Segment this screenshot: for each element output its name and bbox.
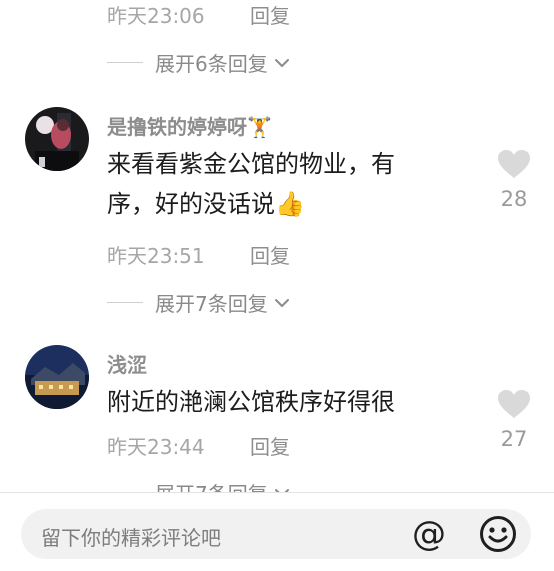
like-button[interactable]	[497, 389, 531, 423]
comment-text-fragment: 序，好的没话说	[107, 190, 275, 218]
divider-dash	[107, 62, 143, 63]
comment-composer: 留下你的精彩评论吧 @	[0, 492, 554, 571]
comment-text: 附近的滟澜公馆秩序好得很	[107, 388, 395, 416]
avatar[interactable]	[25, 107, 89, 171]
at-icon: @	[412, 514, 446, 554]
emoji-button[interactable]	[478, 514, 518, 554]
expand-replies-button[interactable]: 展开6条回复	[107, 48, 292, 77]
username[interactable]: 是撸铁的婷婷呀🏋	[107, 111, 272, 140]
comment-text-line: 来看看紫金公馆的物业，有	[107, 150, 395, 178]
comment-time: 昨天23:51	[107, 244, 205, 268]
username-text: 是撸铁的婷婷呀	[107, 115, 247, 139]
mention-button[interactable]: @	[409, 514, 449, 554]
comment-text: 来看看紫金公馆的物业，有 序，好的没话说👍	[107, 144, 487, 224]
comment-input[interactable]: 留下你的精彩评论吧 @	[21, 509, 531, 559]
reply-button[interactable]: 回复	[250, 0, 290, 29]
reply-button[interactable]: 回复	[250, 240, 290, 269]
heart-icon	[498, 390, 530, 418]
comment-time: 昨天23:06	[107, 4, 205, 28]
at-symbol: @	[412, 514, 446, 554]
thumbs-up-emoji: 👍	[275, 190, 305, 218]
like-count: 27	[500, 427, 528, 451]
expand-replies-label: 展开7条回复	[155, 292, 268, 316]
like-count: 28	[500, 187, 528, 211]
username[interactable]: 浅涩	[107, 349, 147, 378]
reply-button[interactable]: 回复	[250, 431, 290, 460]
divider-dash	[107, 302, 143, 303]
chevron-down-icon	[274, 298, 289, 307]
comment-text-line: 序，好的没话说👍	[107, 184, 487, 224]
like-button[interactable]	[497, 149, 531, 183]
avatar[interactable]	[25, 345, 89, 409]
expand-replies-label: 展开6条回复	[155, 52, 268, 76]
comment-time: 昨天23:44	[107, 435, 205, 459]
emoji-face-icon	[480, 516, 516, 552]
chevron-down-icon	[274, 58, 289, 67]
heart-icon	[498, 150, 530, 178]
comment-input-placeholder: 留下你的精彩评论吧	[41, 526, 221, 550]
expand-replies-button[interactable]: 展开7条回复	[107, 288, 292, 317]
weightlifting-emoji: 🏋	[247, 115, 272, 139]
